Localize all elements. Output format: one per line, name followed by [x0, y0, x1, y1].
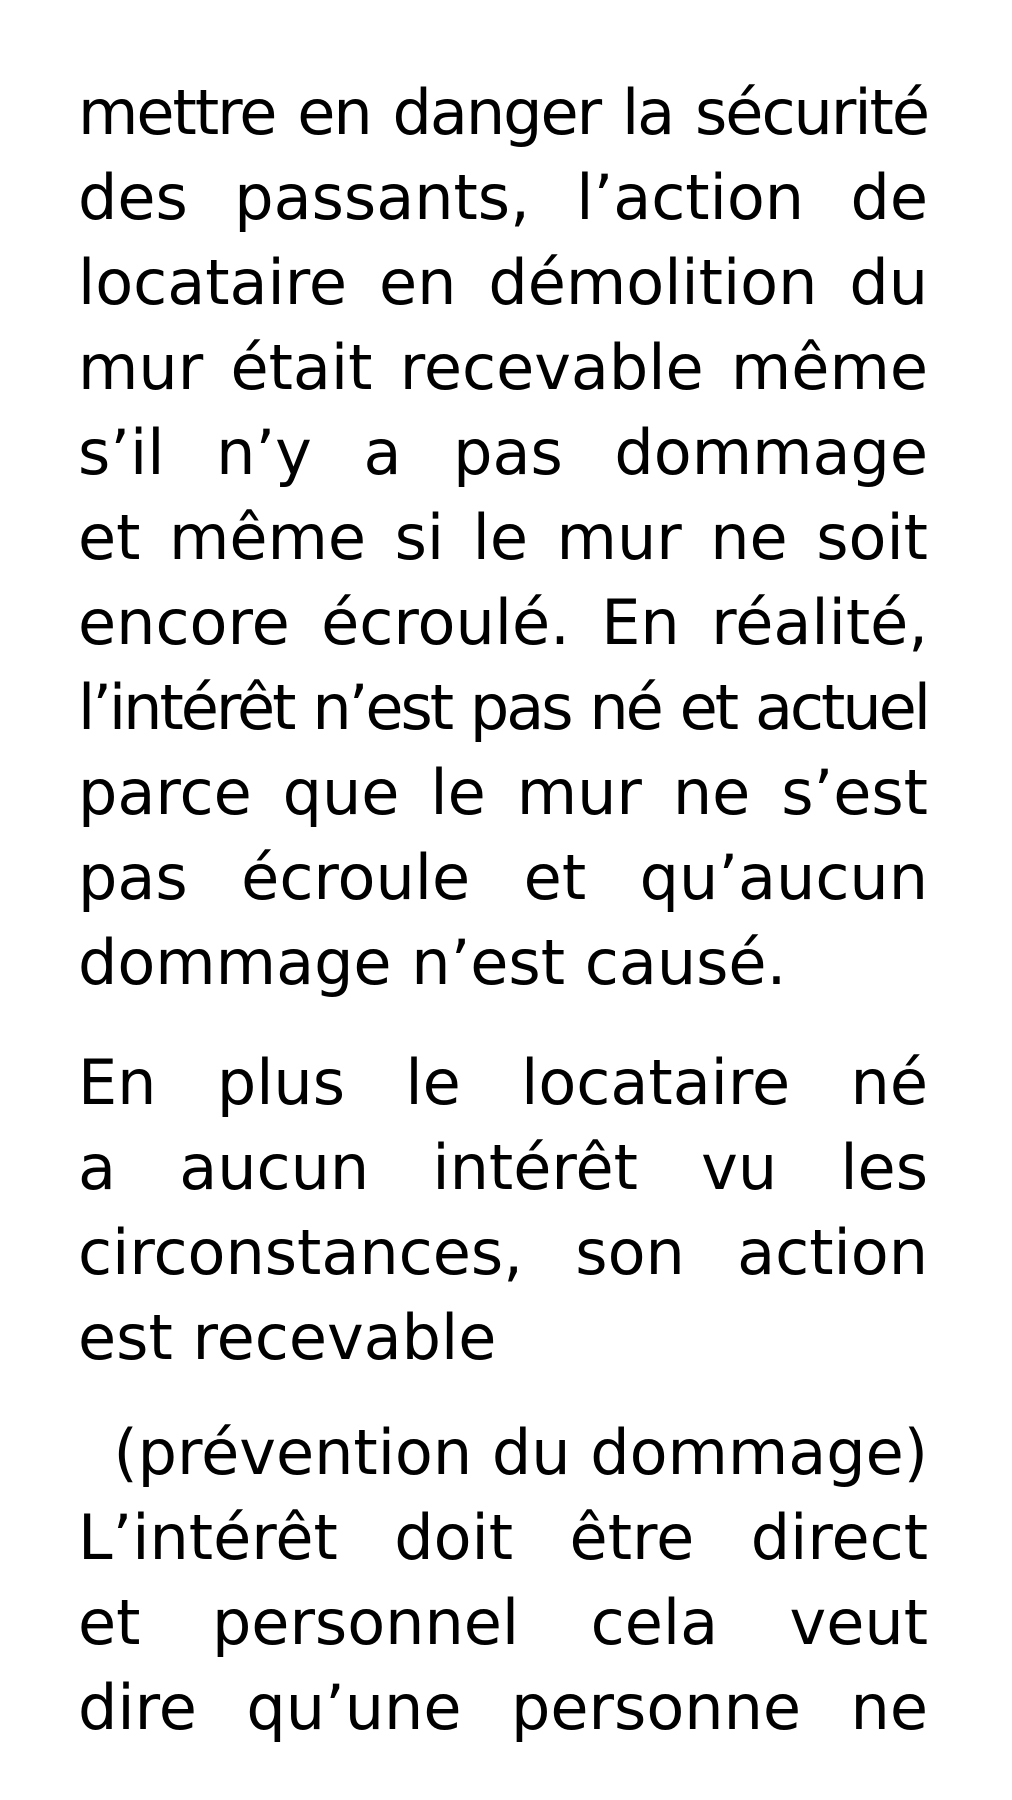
text-line: pas écroule et qu’aucun: [78, 841, 928, 914]
text-line: a aucun intérêt vu les: [78, 1131, 928, 1204]
text-line: l’intérêt n’est pas né et actuel: [78, 671, 931, 744]
paragraph-3: (prévention du dommage) L’intérêt doit ê…: [78, 1410, 928, 1750]
text-line: L’intérêt doit être direct: [78, 1501, 928, 1574]
text-line: est recevable: [78, 1301, 497, 1374]
text-line: mur était recevable même: [78, 331, 928, 404]
document-page: mettre en danger la sécurité des passant…: [0, 0, 1012, 1800]
text-line: En plus le locataire né: [78, 1046, 928, 1119]
text-line: (prévention du dommage): [113, 1416, 928, 1489]
text-line: et même si le mur ne soit: [78, 501, 928, 574]
text-line: dommage n’est causé.: [78, 926, 787, 999]
text-line: locataire en démolition du: [78, 246, 928, 319]
text-line: parce que le mur ne s’est: [78, 756, 928, 829]
text-line: mettre en danger la sécurité: [78, 76, 930, 149]
text-line: circonstances, son action: [78, 1216, 928, 1289]
text-line: des passants, l’action de: [78, 161, 928, 234]
text-line: encore écroulé. En réalité,: [78, 586, 928, 659]
text-line: s’il n’y a pas dommage: [78, 416, 928, 489]
paragraph-2: En plus le locataire né a aucun intérêt …: [78, 1040, 928, 1380]
text-line: et personnel cela veut: [78, 1586, 928, 1659]
text-line: dire qu’une personne ne: [78, 1671, 928, 1744]
paragraph-1: mettre en danger la sécurité des passant…: [78, 70, 931, 1005]
